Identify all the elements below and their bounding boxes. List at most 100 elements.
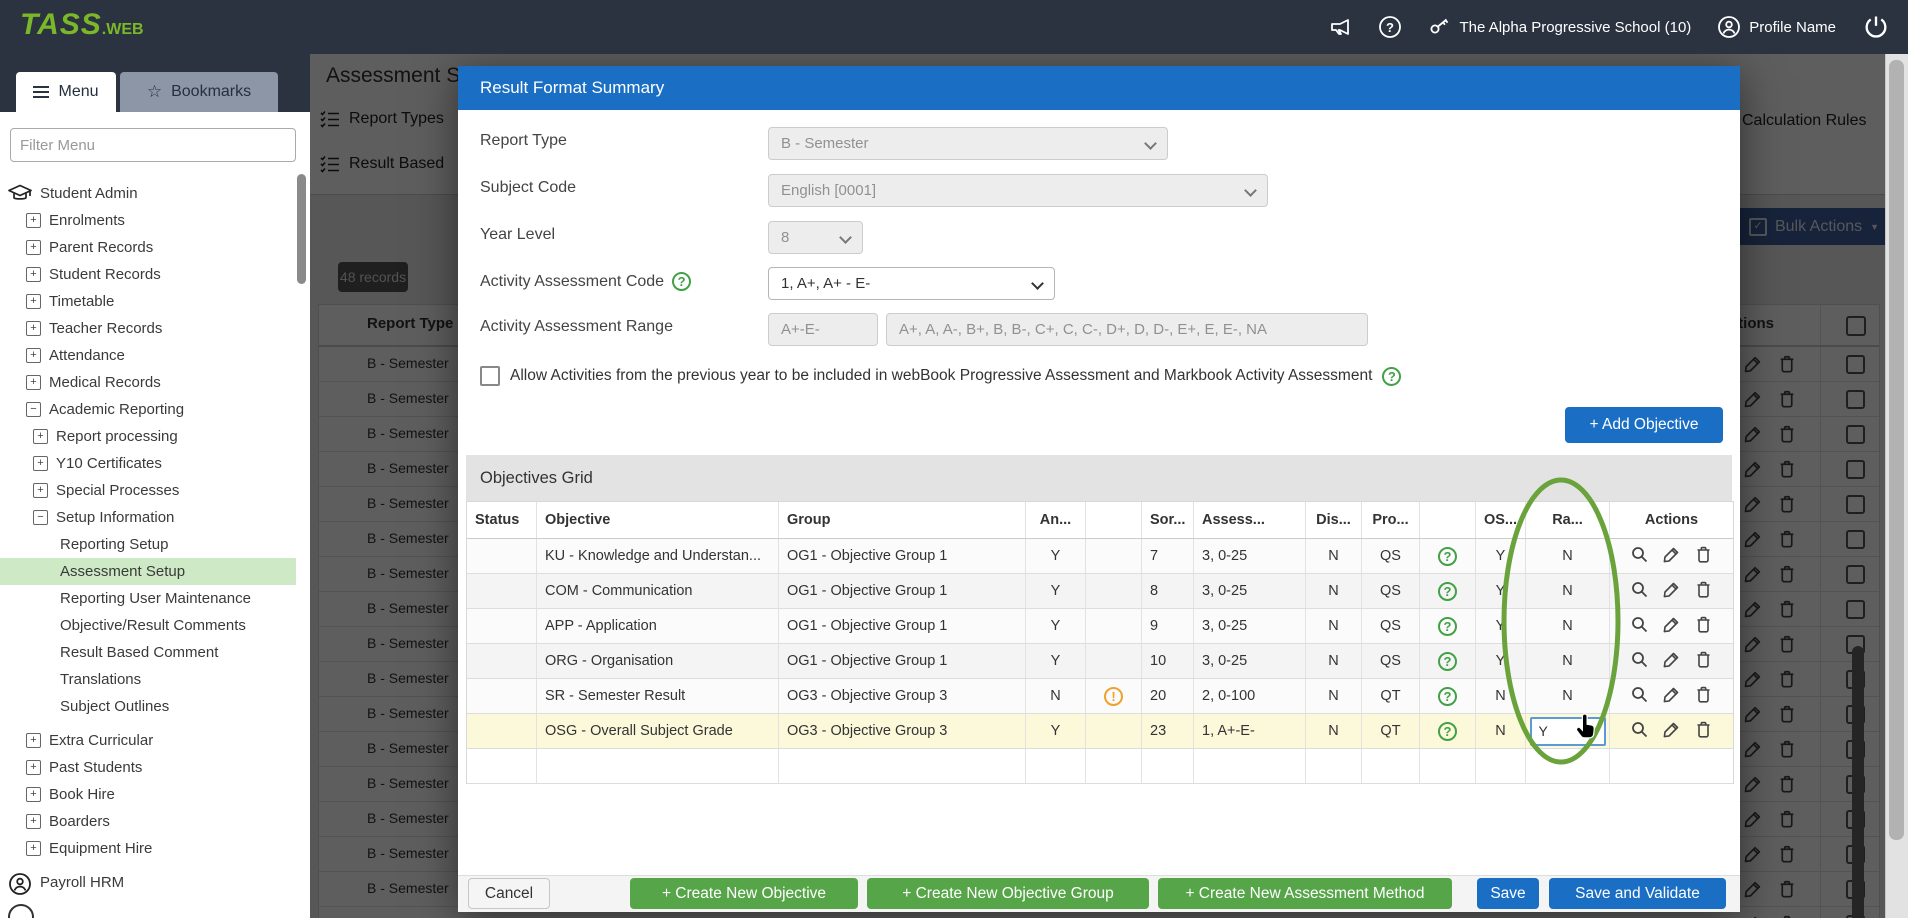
sidebar-item-result-based-comment[interactable]: Result Based Comment: [0, 639, 296, 666]
profile-menu[interactable]: Profile Name: [1717, 15, 1836, 39]
sidebar-item-report-processing[interactable]: +Report processing: [0, 423, 296, 450]
sidebar-item-assessment-setup[interactable]: Assessment Setup: [0, 558, 296, 585]
sidebar-item-parent-records[interactable]: +Parent Records: [0, 234, 296, 261]
sidebar-item-payroll-hrm[interactable]: Payroll HRM: [0, 869, 296, 896]
sidebar-item-setup-information[interactable]: −Setup Information: [0, 504, 296, 531]
expand-icon[interactable]: +: [26, 267, 41, 282]
magnifier-icon[interactable]: [1630, 545, 1649, 568]
sidebar-item-student-records[interactable]: +Student Records: [0, 261, 296, 288]
tab-menu[interactable]: Menu: [16, 72, 116, 112]
pencil-icon[interactable]: [1662, 545, 1681, 568]
sidebar-item-equipment-hire[interactable]: +Equipment Hire: [0, 835, 296, 862]
sidebar-item-y10-certificates[interactable]: +Y10 Certificates: [0, 450, 296, 477]
activity-assessment-code-select[interactable]: 1, A+, A+ - E-: [768, 267, 1055, 300]
pencil-icon[interactable]: [1662, 720, 1681, 743]
help-icon[interactable]: ?: [1438, 547, 1457, 566]
add-objective-button[interactable]: + Add Objective: [1565, 407, 1723, 443]
sidebar-item-subject-outlines[interactable]: Subject Outlines: [0, 693, 296, 720]
create-new-objective-group-button[interactable]: + Create New Objective Group: [867, 878, 1149, 909]
filter-menu-input[interactable]: [10, 128, 296, 162]
help-icon[interactable]: ?: [1438, 617, 1457, 636]
magnifier-icon[interactable]: [1630, 685, 1649, 708]
sidebar-item-reporting-setup[interactable]: Reporting Setup: [0, 531, 296, 558]
ra-dropdown[interactable]: Y▼: [1530, 717, 1606, 746]
save-and-validate-button[interactable]: Save and Validate: [1549, 878, 1726, 909]
sidebar-item-extra-curricular[interactable]: +Extra Curricular: [0, 727, 296, 754]
page-scrollbar-thumb[interactable]: [1889, 60, 1904, 840]
tass-web-logo[interactable]: TASS.WEB: [20, 8, 144, 42]
sidebar-item-special-processes[interactable]: +Special Processes: [0, 477, 296, 504]
create-new-assessment-method-button[interactable]: + Create New Assessment Method: [1158, 878, 1452, 909]
trash-icon[interactable]: [1694, 615, 1713, 638]
help-icon[interactable]: ?: [1438, 652, 1457, 671]
sidebar-item-timetable[interactable]: +Timetable: [0, 288, 296, 315]
sidebar-item-teacher-records[interactable]: +Teacher Records: [0, 315, 296, 342]
expand-icon[interactable]: +: [26, 841, 41, 856]
cancel-button[interactable]: Cancel: [468, 878, 550, 909]
cell-warn: [1086, 574, 1142, 608]
sidebar-scrollbar-thumb[interactable]: [297, 174, 306, 284]
help-icon[interactable]: ?: [1378, 15, 1402, 39]
sidebar-item-boarders[interactable]: +Boarders: [0, 808, 296, 835]
trash-icon[interactable]: [1694, 545, 1713, 568]
logout-power-icon[interactable]: [1862, 13, 1890, 41]
help-icon[interactable]: ?: [1438, 687, 1457, 706]
pencil-icon[interactable]: [1662, 685, 1681, 708]
help-icon[interactable]: ?: [1382, 367, 1401, 386]
sidebar-item-past-students[interactable]: +Past Students: [0, 754, 296, 781]
sidebar-item-label: Attendance: [49, 342, 125, 369]
expand-icon[interactable]: +: [26, 240, 41, 255]
cell-sort: 8: [1142, 574, 1194, 608]
sidebar-item-book-hire[interactable]: +Book Hire: [0, 781, 296, 808]
expand-icon[interactable]: +: [26, 375, 41, 390]
announcements-icon[interactable]: [1328, 15, 1352, 39]
report-type-select[interactable]: B - Semester: [768, 127, 1168, 160]
activity-range-from-input[interactable]: A+-E-: [768, 313, 878, 346]
expand-icon[interactable]: +: [33, 483, 48, 498]
sidebar-item-student-admin[interactable]: Student Admin: [0, 180, 296, 207]
expand-icon[interactable]: +: [26, 213, 41, 228]
magnifier-icon[interactable]: [1630, 615, 1649, 638]
help-icon[interactable]: ?: [672, 272, 691, 291]
sidebar-item-attendance[interactable]: + Attendance: [0, 342, 296, 369]
sidebar-item-enrolments[interactable]: +Enrolments: [0, 207, 296, 234]
activity-range-values-input[interactable]: A+, A, A-, B+, B, B-, C+, C, C-, D+, D, …: [886, 313, 1368, 346]
expand-icon[interactable]: +: [33, 456, 48, 471]
sidebar-item-objective-result-comments[interactable]: Objective/Result Comments: [0, 612, 296, 639]
expand-icon[interactable]: +: [33, 429, 48, 444]
pencil-icon[interactable]: [1662, 650, 1681, 673]
trash-icon[interactable]: [1694, 685, 1713, 708]
tab-bookmarks[interactable]: ☆ Bookmarks: [120, 72, 278, 112]
sidebar-item-academic-reporting[interactable]: −Academic Reporting: [0, 396, 296, 423]
magnifier-icon[interactable]: [1630, 650, 1649, 673]
expand-icon[interactable]: +: [26, 733, 41, 748]
pencil-icon[interactable]: [1662, 580, 1681, 603]
expand-icon[interactable]: +: [26, 348, 41, 363]
collapse-icon[interactable]: −: [26, 402, 41, 417]
save-button[interactable]: Save: [1477, 878, 1539, 909]
school-selector[interactable]: The Alpha Progressive School (10): [1428, 15, 1692, 39]
trash-icon[interactable]: [1694, 580, 1713, 603]
sidebar-item-reporting-user-maintenance[interactable]: Reporting User Maintenance: [0, 585, 296, 612]
expand-icon[interactable]: +: [26, 321, 41, 336]
create-new-objective-button[interactable]: + Create New Objective: [630, 878, 858, 909]
allow-previous-year-checkbox[interactable]: [480, 366, 500, 386]
year-level-select[interactable]: 8: [768, 221, 863, 254]
expand-icon[interactable]: +: [26, 294, 41, 309]
expand-icon[interactable]: +: [26, 760, 41, 775]
magnifier-icon[interactable]: [1630, 580, 1649, 603]
collapse-icon[interactable]: −: [33, 510, 48, 525]
magnifier-icon[interactable]: [1630, 720, 1649, 743]
help-icon[interactable]: ?: [1438, 722, 1457, 741]
expand-icon[interactable]: +: [26, 787, 41, 802]
trash-icon[interactable]: [1694, 720, 1713, 743]
subject-code-select[interactable]: English [0001]: [768, 174, 1268, 207]
sidebar-item-translations[interactable]: Translations: [0, 666, 296, 693]
sidebar-item-medical-records[interactable]: +Medical Records: [0, 369, 296, 396]
trash-icon[interactable]: [1694, 650, 1713, 673]
expand-icon[interactable]: +: [26, 814, 41, 829]
pencil-icon[interactable]: [1662, 615, 1681, 638]
star-icon: ☆: [147, 82, 162, 102]
help-icon[interactable]: ?: [1438, 582, 1457, 601]
cell-group: OG1 - Objective Group 1: [779, 539, 1026, 573]
